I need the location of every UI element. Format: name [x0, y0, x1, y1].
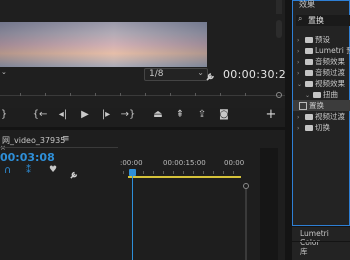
tree-item-distort[interactable]: ⌄ 扭曲 — [305, 89, 350, 100]
sequence-timecode[interactable]: 00:03:08 — [0, 151, 55, 164]
settings-wrench-button[interactable] — [205, 67, 217, 81]
timeline-settings-button[interactable] — [69, 165, 81, 179]
folder-icon — [305, 37, 313, 43]
tree-item-presets[interactable]: › 预设 — [297, 34, 350, 45]
tree-item-video-effects[interactable]: ⌄ 视频效果 — [297, 78, 350, 89]
tree-item-lumetri-presets[interactable]: › Lumetri 预 — [297, 45, 350, 56]
step-back-icon: ◂| — [58, 109, 68, 120]
folder-icon — [305, 59, 313, 65]
tree-item-switch[interactable]: › 切换 — [297, 122, 350, 133]
go-to-in-button[interactable]: {← — [32, 108, 48, 122]
wrench-icon — [70, 171, 78, 179]
scrub-end-handle[interactable] — [276, 92, 282, 98]
premiere-workspace: ⌄ 1/8 ⌄ 00:00:30:26 } {← ◂| ▶ |▸ →} ⏏ ⇞ … — [0, 0, 350, 260]
go-to-out-icon: →} — [120, 109, 136, 120]
tab-underline — [0, 147, 118, 148]
folder-icon — [305, 81, 313, 87]
folder-icon — [313, 92, 321, 98]
tree-item-video-transitions[interactable]: › 视频过渡 — [297, 111, 350, 122]
transport-controls: } {← ◂| ▶ |▸ →} ⏏ ⇞ ⇪ ◙ + — [0, 108, 285, 124]
program-preview-image — [0, 22, 207, 67]
chevron-down-icon: ⌄ — [1, 68, 7, 76]
extract-icon: ⇞ — [175, 109, 185, 120]
add-marker-icon[interactable]: ♥ — [49, 165, 57, 175]
chevron-down-icon: ⌄ — [197, 68, 204, 77]
folder-icon — [305, 114, 313, 120]
go-to-out-button[interactable]: →} — [120, 108, 136, 122]
menu-icon[interactable]: ≡ — [62, 134, 70, 144]
go-to-in-icon: {← — [32, 109, 48, 120]
resolution-dropdown[interactable]: 1/8 ⌄ — [144, 68, 208, 81]
snap-icon[interactable]: ∩ — [4, 165, 11, 176]
chevron-down-icon: ⌄ — [297, 81, 303, 88]
extract-button[interactable]: ⇞ — [172, 108, 188, 122]
zoom-dropdown[interactable]: ⌄ — [0, 68, 12, 79]
monitor-scrollbar-track — [276, 0, 282, 14]
timeline-vertical-scrollbar[interactable] — [245, 189, 247, 260]
playhead-handle[interactable] — [129, 169, 136, 176]
sequence-tab-title[interactable]: 网_video_37935 — [2, 135, 65, 146]
in-out-range-bar[interactable] — [128, 176, 241, 178]
effects-search-input[interactable]: ⌕ 置换 — [296, 14, 350, 26]
play-icon: ▶ — [81, 109, 89, 120]
search-value: 置换 — [308, 16, 324, 25]
playhead-line — [132, 176, 133, 260]
plus-icon: + — [265, 107, 277, 122]
step-forward-button[interactable]: |▸ — [98, 108, 114, 122]
chevron-right-icon: › — [297, 125, 300, 132]
timeline-panel: × 网_video_37935 ≡ 00:03:08 ∩ ⁑ ♥ :00:00 … — [0, 130, 285, 260]
export-frame-button[interactable]: ⇪ — [194, 108, 210, 122]
play-button[interactable]: ▶ — [77, 108, 93, 122]
tree-item-audio-transitions[interactable]: › 音频过渡 — [297, 67, 350, 78]
mark-out-button[interactable]: } — [0, 108, 8, 122]
effects-panel-title: 效果 — [299, 0, 315, 9]
tree-item-displace[interactable]: 置换 — [293, 100, 350, 111]
add-button[interactable]: + — [263, 108, 279, 122]
effect-icon — [299, 102, 307, 110]
folder-icon — [305, 70, 313, 76]
scrub-ticks — [0, 93, 285, 97]
lumetri-color-panel: Lumetri Color 库 — [292, 226, 350, 260]
folder-icon — [305, 125, 313, 131]
lift-icon: ⏏ — [153, 109, 163, 120]
camera-button[interactable]: ◙ — [216, 108, 232, 122]
audio-meter — [260, 148, 278, 260]
libraries-tab-title[interactable]: 库 — [300, 246, 308, 257]
vertical-panel-divider — [285, 0, 292, 260]
step-back-button[interactable]: ◂| — [55, 108, 71, 122]
ruler-label-mid: 00:00:15:00 — [163, 159, 206, 167]
monitor-scrollbar[interactable] — [276, 20, 282, 38]
lumetri-tab-title[interactable]: Lumetri Color — [300, 229, 350, 247]
export-icon: ⇪ — [197, 109, 207, 120]
tree-item-audio-effects[interactable]: › 音频效果 — [297, 56, 350, 67]
program-monitor: ⌄ 1/8 ⌄ 00:00:30:26 — [0, 0, 293, 108]
ruler-label-end: 00:00 — [224, 159, 245, 167]
mark-out-icon: } — [0, 109, 8, 120]
search-icon: ⌕ — [298, 14, 303, 23]
ruler-label-start: :00:00 — [120, 159, 143, 167]
lift-button[interactable]: ⏏ — [150, 108, 166, 122]
effects-panel: 效果 ⌕ 置换 › 预设 › Lumetri 预 › 音频效果 › 音频过渡 ⌄ 视频效果… — [292, 0, 350, 226]
folder-icon — [305, 48, 313, 54]
step-forward-icon: |▸ — [101, 109, 111, 120]
camera-icon: ◙ — [219, 109, 229, 120]
program-timecode: 00:00:30:26 — [223, 68, 294, 81]
wrench-icon — [206, 73, 214, 81]
resolution-value: 1/8 — [149, 69, 164, 79]
time-ruler-ticks[interactable] — [119, 169, 243, 175]
linked-selection-icon[interactable]: ⁑ — [26, 165, 31, 176]
